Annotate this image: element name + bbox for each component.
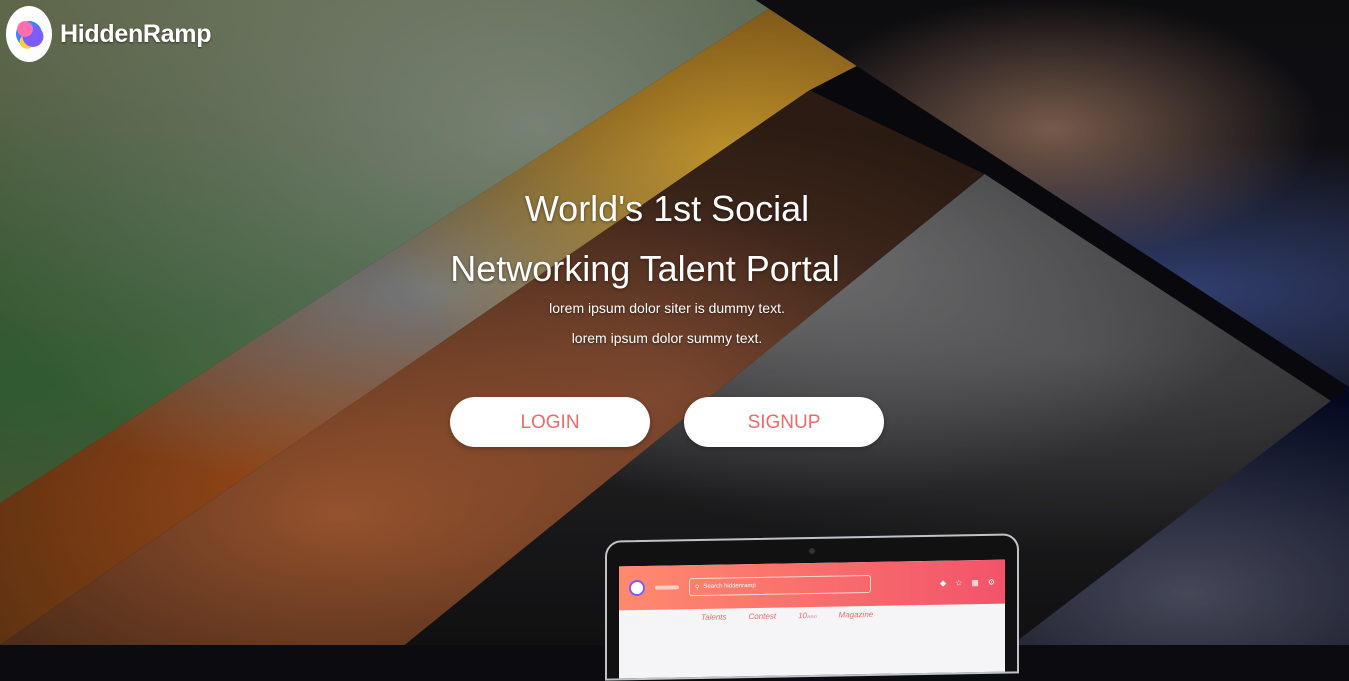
app-header-icons: ◆ ☆ ▦ ⚙: [940, 577, 995, 587]
laptop-camera: [809, 547, 815, 555]
app-nav-contest: Contest: [748, 611, 777, 622]
laptop-screen: ⚲ Search hiddenramp ◆ ☆ ▦ ⚙ Talents Cont…: [619, 559, 1005, 679]
star-icon: ☆: [955, 577, 963, 588]
app-brand-mark: [655, 585, 679, 590]
login-button[interactable]: LOGIN: [450, 397, 650, 447]
brand-logo[interactable]: HiddenRamp: [6, 6, 211, 62]
bell-icon: ◆: [939, 578, 947, 588]
laptop-mockup: ⚲ Search hiddenramp ◆ ☆ ▦ ⚙ Talents Cont…: [605, 533, 1019, 681]
app-nav-10: 10ₙₙₙ: [798, 610, 817, 621]
chat-icon: ▦: [971, 577, 979, 587]
signup-button[interactable]: SIGNUP: [684, 397, 884, 447]
app-header-bar: ⚲ Search hiddenramp ◆ ☆ ▦ ⚙: [619, 559, 1005, 611]
logo-mark-icon: [6, 6, 52, 62]
app-nav-magazine: Magazine: [838, 609, 874, 620]
settings-icon: ⚙: [987, 577, 995, 587]
app-logo-icon: [629, 579, 645, 597]
app-search-field: ⚲ Search hiddenramp: [689, 574, 871, 597]
app-nav-talents: Talents: [701, 612, 727, 622]
brand-name: HiddenRamp: [60, 19, 212, 48]
app-search-placeholder: Search hiddenramp: [703, 582, 756, 590]
search-icon: ⚲: [695, 584, 700, 591]
